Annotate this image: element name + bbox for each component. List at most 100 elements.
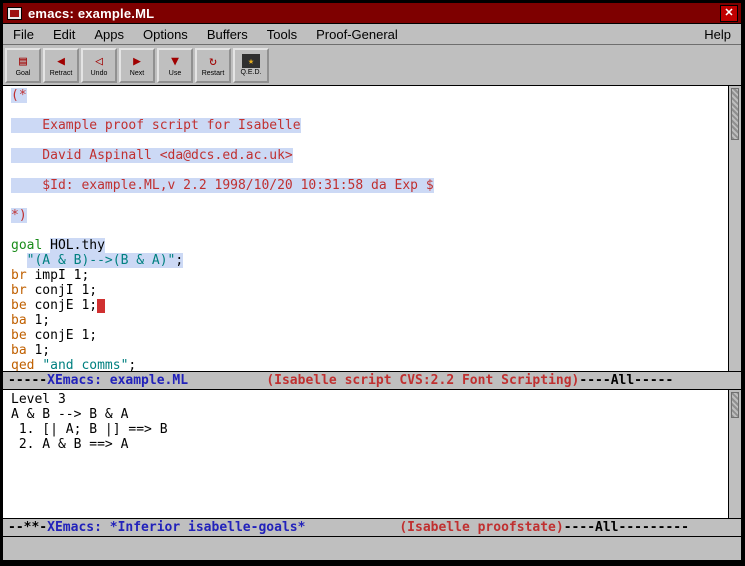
goals-scrollbar[interactable] — [728, 390, 741, 518]
code-segment: A & B --> B & A — [11, 407, 128, 422]
xemacs-window: emacs: example.ML ✕ File Edit Apps Optio… — [2, 2, 742, 561]
code-line: Example proof script for Isabelle — [11, 118, 728, 133]
menu-tools[interactable]: Tools — [267, 27, 297, 42]
code-segment: goal — [11, 238, 42, 253]
goals-buffer-window: Level 3A & B --> B & A 1. [| A; B |] ==>… — [3, 390, 741, 518]
goals-modeline: --**-XEmacs: *Inferior isabelle-goals* (… — [3, 518, 741, 537]
goal-button[interactable]: ▤ Goal — [5, 48, 41, 83]
goal-button-label: Goal — [16, 70, 31, 77]
code-segment: Example proof script for Isabelle — [11, 118, 301, 133]
script-buffer[interactable]: (* Example proof script for Isabelle Dav… — [3, 86, 728, 371]
code-segment: qed — [11, 358, 34, 371]
code-line: goal HOL.thy — [11, 238, 728, 253]
code-segment: ; — [175, 253, 183, 268]
window-menu-icon[interactable] — [7, 7, 22, 20]
menu-file[interactable]: File — [13, 27, 34, 42]
menubar: File Edit Apps Options Buffers Tools Pro… — [3, 24, 741, 45]
code-line: A & B --> B & A — [11, 407, 728, 422]
script-buffer-window: (* Example proof script for Isabelle Dav… — [3, 86, 741, 371]
code-line: 2. A & B ==> A — [11, 437, 728, 452]
code-line — [11, 223, 728, 238]
use-down-icon: ▼ — [171, 53, 179, 69]
use-button[interactable]: ▼ Use — [157, 48, 193, 83]
code-line: 1. [| A; B |] ==> B — [11, 422, 728, 437]
next-button-label: Next — [130, 70, 144, 77]
qed-star-icon: ★ — [242, 54, 260, 68]
close-button[interactable]: ✕ — [720, 5, 738, 22]
undo-left-icon: ◁ — [95, 53, 103, 69]
restart-button-label: Restart — [202, 70, 225, 77]
code-line: *) — [11, 208, 728, 223]
text-cursor — [97, 299, 105, 313]
toolbar: ▤ Goal ◀ Retract ◁ Undo ▶ Next ▼ Use ↻ R… — [3, 45, 741, 86]
code-segment: Level 3 — [11, 392, 66, 407]
code-line — [11, 163, 728, 178]
code-segment: ; — [128, 358, 136, 371]
code-segment: David Aspinall <da@dcs.ed.ac.uk> — [11, 148, 293, 163]
menu-proof-general[interactable]: Proof-General — [316, 27, 398, 42]
undo-button[interactable]: ◁ Undo — [81, 48, 117, 83]
code-line: Level 3 — [11, 392, 728, 407]
code-line: qed "and_comms"; — [11, 358, 728, 371]
qed-button[interactable]: ★ Q.E.D. — [233, 48, 269, 83]
modeline-buffer-name: XEmacs: example.ML — [47, 373, 188, 388]
code-line: be conjE 1; — [11, 328, 728, 343]
retract-left-icon: ◀ — [57, 53, 65, 69]
modeline-mode-status: (Isabelle proofstate) — [399, 520, 563, 535]
code-segment: 2. A & B ==> A — [11, 437, 128, 452]
code-line: "(A & B)-->(B & A)"; — [11, 253, 728, 268]
code-segment: 1. [| A; B |] ==> B — [11, 422, 168, 437]
restart-cycle-icon: ↻ — [209, 53, 217, 69]
goal-scroll-icon: ▤ — [19, 53, 27, 69]
modeline-dashes: ----- — [8, 373, 47, 388]
menu-help[interactable]: Help — [704, 27, 731, 42]
script-scrollbar[interactable] — [728, 86, 741, 371]
code-segment: (* — [11, 88, 27, 103]
goals-scrollbar-thumb[interactable] — [731, 392, 739, 418]
code-line: $Id: example.ML,v 2.2 1998/10/20 10:31:5… — [11, 178, 728, 193]
code-segment: conjI 1; — [27, 283, 97, 298]
code-segment: br — [11, 268, 27, 283]
undo-button-label: Undo — [91, 70, 108, 77]
modeline-position: ----All----- — [579, 373, 673, 388]
modeline-spacer — [305, 520, 399, 535]
minibuffer[interactable] — [3, 537, 741, 560]
script-scrollbar-thumb[interactable] — [731, 88, 739, 140]
menu-options[interactable]: Options — [143, 27, 188, 42]
titlebar[interactable]: emacs: example.ML ✕ — [3, 3, 741, 24]
retract-button[interactable]: ◀ Retract — [43, 48, 79, 83]
menu-buffers[interactable]: Buffers — [207, 27, 248, 42]
code-segment: impI 1; — [27, 268, 90, 283]
modeline-mode-status: (Isabelle script CVS:2.2 Font Scripting) — [266, 373, 579, 388]
menu-apps[interactable]: Apps — [94, 27, 124, 42]
qed-button-label: Q.E.D. — [240, 69, 261, 76]
next-button[interactable]: ▶ Next — [119, 48, 155, 83]
code-segment: 1; — [27, 313, 50, 328]
code-segment — [11, 253, 27, 268]
code-segment: ba — [11, 313, 27, 328]
modeline-position: ----All--------- — [564, 520, 689, 535]
code-line: David Aspinall <da@dcs.ed.ac.uk> — [11, 148, 728, 163]
menu-edit[interactable]: Edit — [53, 27, 75, 42]
restart-button[interactable]: ↻ Restart — [195, 48, 231, 83]
code-line: br impI 1; — [11, 268, 728, 283]
code-segment — [11, 103, 19, 118]
code-segment: conjE 1; — [27, 298, 97, 313]
script-modeline: -----XEmacs: example.ML (Isabelle script… — [3, 371, 741, 390]
code-line: be conjE 1; — [11, 298, 728, 313]
close-icon: ✕ — [724, 8, 733, 19]
code-segment — [11, 163, 19, 178]
code-segment: "and_comms" — [42, 358, 128, 371]
goals-buffer[interactable]: Level 3A & B --> B & A 1. [| A; B |] ==>… — [3, 390, 728, 518]
code-segment: $Id: example.ML,v 2.2 1998/10/20 10:31:5… — [11, 178, 434, 193]
modeline-spacer — [188, 373, 266, 388]
code-segment — [42, 238, 50, 253]
use-button-label: Use — [169, 70, 181, 77]
window-title: emacs: example.ML — [28, 6, 154, 21]
retract-button-label: Retract — [50, 70, 73, 77]
code-segment — [11, 193, 19, 208]
code-segment: 1; — [27, 343, 50, 358]
modeline-buffer-name: XEmacs: *Inferior isabelle-goals* — [47, 520, 305, 535]
next-right-icon: ▶ — [133, 53, 141, 69]
code-segment: *) — [11, 208, 27, 223]
